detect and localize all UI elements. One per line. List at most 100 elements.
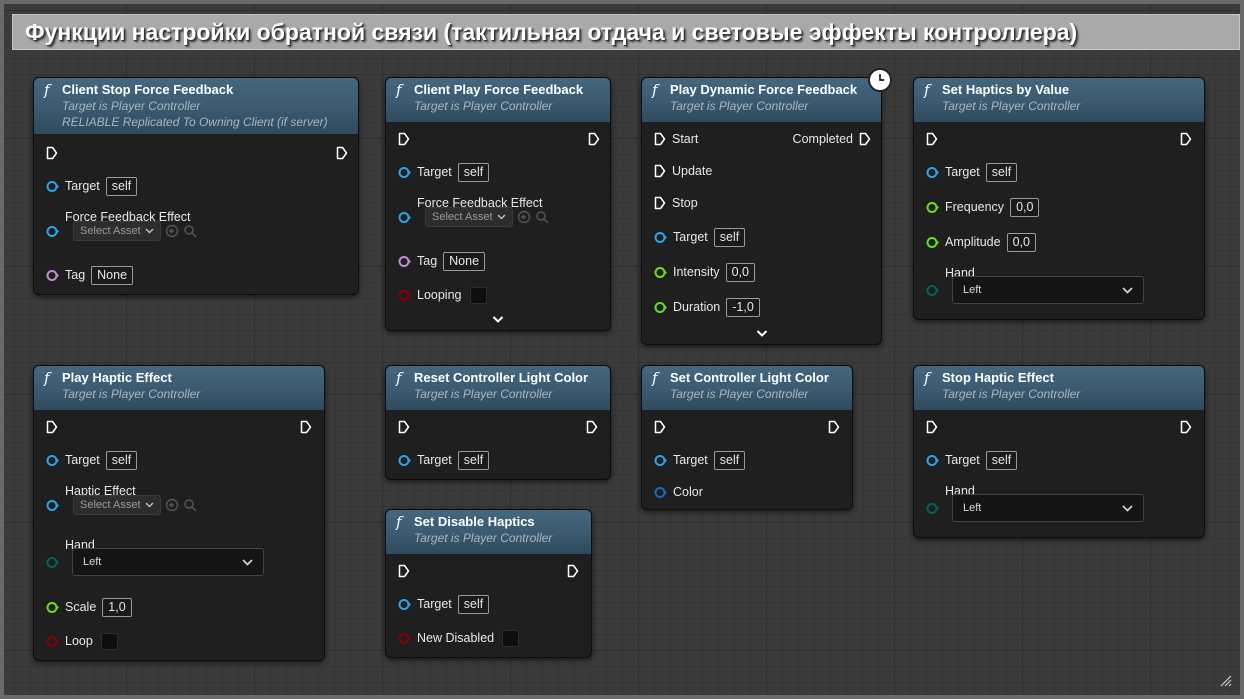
object-pin-icon[interactable] — [46, 225, 59, 238]
float-pin-icon[interactable] — [926, 201, 939, 214]
object-pin-icon[interactable] — [398, 598, 411, 611]
float-pin-icon[interactable] — [654, 301, 667, 314]
target-value-field[interactable]: self — [985, 450, 1018, 470]
exec-out-pin-icon[interactable] — [1180, 132, 1192, 146]
object-pin-icon[interactable] — [654, 454, 667, 467]
loop-checkbox[interactable] — [100, 632, 118, 650]
object-pin-icon[interactable] — [654, 231, 667, 244]
target-value-field[interactable]: self — [713, 227, 746, 247]
target-value-field[interactable]: self — [457, 450, 490, 470]
browse-arrow-icon[interactable] — [517, 210, 531, 224]
exec-out-pin-icon[interactable] — [1180, 420, 1192, 434]
exec-in-pin-icon[interactable] — [398, 132, 410, 146]
duration-value-field[interactable]: -1,0 — [726, 297, 760, 317]
exec-in-pin-icon[interactable] — [654, 164, 666, 178]
chevron-down-icon[interactable] — [492, 315, 504, 325]
object-pin-icon[interactable] — [46, 454, 59, 467]
target-value-field[interactable]: self — [457, 162, 490, 182]
bool-pin-icon[interactable] — [46, 635, 59, 648]
hand-dropdown[interactable]: Left — [72, 548, 264, 576]
comment-box-header[interactable]: Функции настройки обратной связи (тактил… — [12, 14, 1240, 50]
object-pin-icon[interactable] — [46, 180, 59, 193]
looping-checkbox[interactable] — [469, 286, 487, 304]
exec-in-pin-icon[interactable] — [926, 420, 938, 434]
tag-value-field[interactable]: None — [91, 265, 134, 285]
exec-in-pin-icon[interactable] — [654, 420, 666, 434]
exec-in-pin-icon[interactable] — [654, 132, 666, 146]
intensity-value-field[interactable]: 0,0 — [725, 262, 755, 282]
node-header[interactable]: f Reset Controller Light Color Target is… — [386, 366, 610, 410]
select-asset-dropdown[interactable]: Select Asset — [73, 495, 161, 515]
exec-in-pin-icon[interactable] — [46, 146, 58, 160]
node-header[interactable]: f Set Controller Light Color Target is P… — [642, 366, 852, 410]
exec-in-pin-icon[interactable] — [398, 564, 410, 578]
search-icon[interactable] — [183, 498, 197, 512]
target-value-field[interactable]: self — [985, 162, 1018, 182]
float-pin-icon[interactable] — [926, 236, 939, 249]
node-client-stop-force-feedback[interactable]: f Client Stop Force Feedback Target is P… — [33, 77, 359, 295]
node-play-dynamic-force-feedback[interactable]: f Play Dynamic Force Feedback Target is … — [641, 68, 892, 345]
node-client-play-force-feedback[interactable]: f Client Play Force Feedback Target is P… — [385, 77, 611, 331]
exec-out-pin-icon[interactable] — [336, 146, 348, 160]
exec-out-pin-icon[interactable] — [300, 420, 312, 434]
float-pin-icon[interactable] — [46, 601, 59, 614]
node-reset-controller-light-color[interactable]: f Reset Controller Light Color Target is… — [385, 365, 611, 480]
exec-out-pin-icon[interactable] — [859, 132, 871, 146]
browse-arrow-icon[interactable] — [165, 224, 179, 238]
hand-dropdown[interactable]: Left — [952, 494, 1144, 522]
exec-in-pin-icon[interactable] — [654, 196, 666, 210]
float-pin-icon[interactable] — [654, 266, 667, 279]
select-asset-dropdown[interactable]: Select Asset — [425, 207, 513, 227]
browse-arrow-icon[interactable] — [165, 498, 179, 512]
object-pin-icon[interactable] — [398, 166, 411, 179]
node-header[interactable]: f Set Haptics by Value Target is Player … — [914, 78, 1204, 122]
exec-out-pin-icon[interactable] — [828, 420, 840, 434]
object-pin-icon[interactable] — [926, 454, 939, 467]
hand-dropdown[interactable]: Left — [952, 276, 1144, 304]
name-pin-icon[interactable] — [398, 255, 411, 268]
node-header[interactable]: f Client Play Force Feedback Target is P… — [386, 78, 610, 122]
node-stop-haptic-effect[interactable]: f Stop Haptic Effect Target is Player Co… — [913, 365, 1205, 538]
enum-pin-icon[interactable] — [46, 556, 59, 569]
resize-grip-icon[interactable] — [1220, 675, 1232, 687]
exec-out-pin-icon[interactable] — [588, 132, 600, 146]
scale-value-field[interactable]: 1,0 — [102, 597, 132, 617]
node-set-haptics-by-value[interactable]: f Set Haptics by Value Target is Player … — [913, 77, 1205, 320]
exec-in-pin-icon[interactable] — [398, 420, 410, 434]
node-set-disable-haptics[interactable]: f Set Disable Haptics Target is Player C… — [385, 509, 592, 658]
target-value-field[interactable]: self — [105, 450, 138, 470]
exec-out-pin-icon[interactable] — [567, 564, 579, 578]
search-icon[interactable] — [183, 224, 197, 238]
comment-title[interactable]: Функции настройки обратной связи (тактил… — [25, 19, 1077, 46]
target-value-field[interactable]: self — [105, 176, 138, 196]
node-header[interactable]: f Play Dynamic Force Feedback Target is … — [642, 78, 881, 122]
name-pin-icon[interactable] — [46, 269, 59, 282]
new-disabled-checkbox[interactable] — [502, 629, 520, 647]
exec-out-pin-icon[interactable] — [586, 420, 598, 434]
node-header[interactable]: f Set Disable Haptics Target is Player C… — [386, 510, 591, 554]
search-icon[interactable] — [535, 210, 549, 224]
enum-pin-icon[interactable] — [926, 284, 939, 297]
node-set-controller-light-color[interactable]: f Set Controller Light Color Target is P… — [641, 365, 853, 510]
object-pin-icon[interactable] — [398, 211, 411, 224]
amplitude-value-field[interactable]: 0,0 — [1006, 232, 1036, 252]
object-pin-icon[interactable] — [926, 166, 939, 179]
tag-value-field[interactable]: None — [443, 251, 486, 271]
select-asset-dropdown[interactable]: Select Asset — [73, 221, 161, 241]
node-play-haptic-effect[interactable]: f Play Haptic Effect Target is Player Co… — [33, 365, 325, 661]
node-header[interactable]: f Client Stop Force Feedback Target is P… — [34, 78, 358, 134]
frequency-value-field[interactable]: 0,0 — [1010, 197, 1040, 217]
chevron-down-icon[interactable] — [756, 329, 768, 339]
object-pin-icon[interactable] — [398, 454, 411, 467]
bool-pin-icon[interactable] — [398, 632, 411, 645]
exec-in-pin-icon[interactable] — [46, 420, 58, 434]
target-value-field[interactable]: self — [713, 450, 746, 470]
target-value-field[interactable]: self — [457, 594, 490, 614]
exec-in-pin-icon[interactable] — [926, 132, 938, 146]
object-pin-icon[interactable] — [46, 499, 59, 512]
bool-pin-icon[interactable] — [398, 289, 411, 302]
node-header[interactable]: f Play Haptic Effect Target is Player Co… — [34, 366, 324, 410]
enum-pin-icon[interactable] — [926, 502, 939, 515]
struct-pin-icon[interactable] — [654, 486, 667, 499]
node-header[interactable]: f Stop Haptic Effect Target is Player Co… — [914, 366, 1204, 410]
